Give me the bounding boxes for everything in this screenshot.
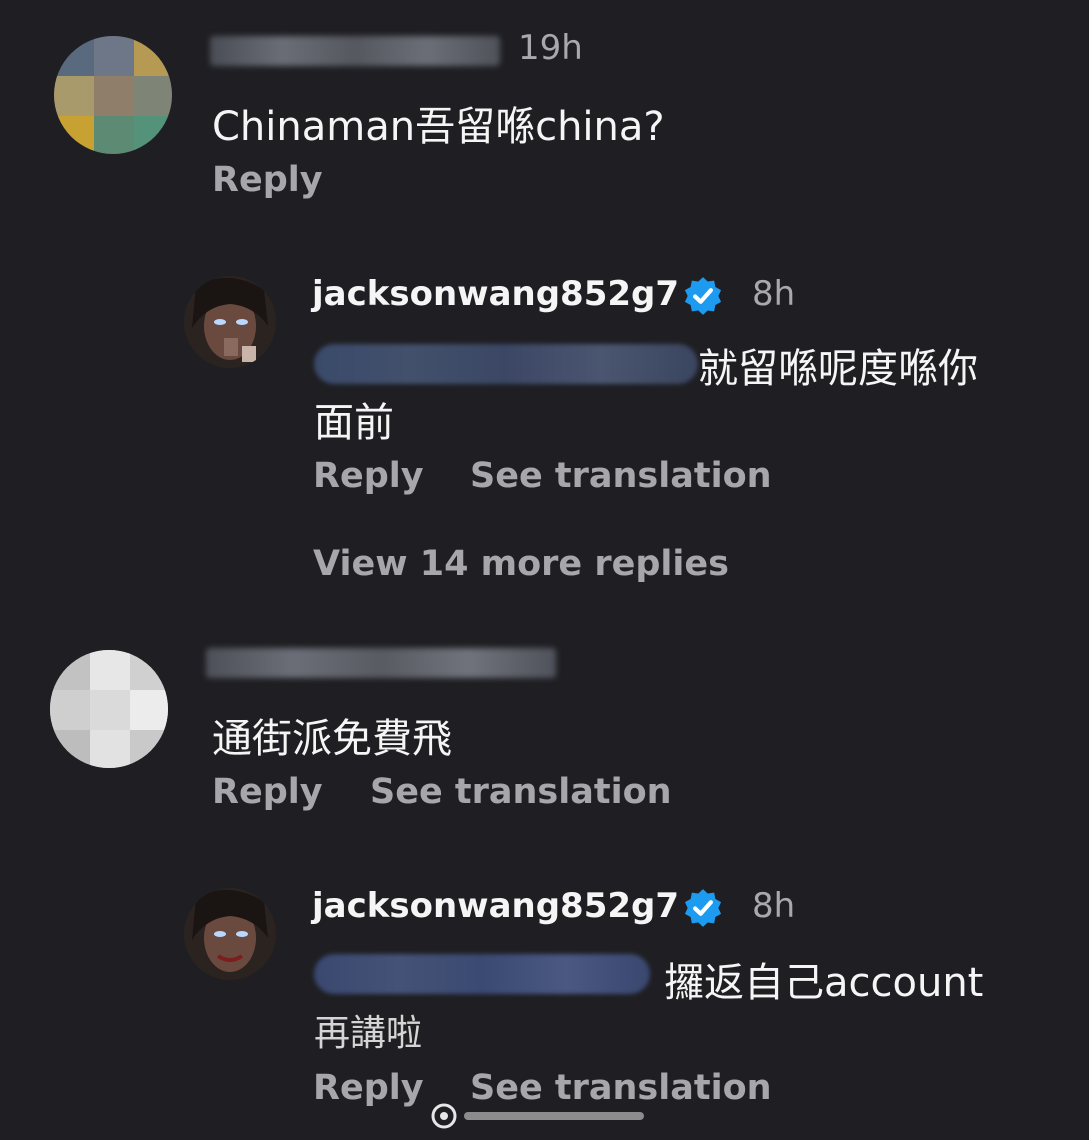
- comment-text-line-1: 就留喺呢度喺你: [698, 346, 978, 392]
- profile-photo-icon: [184, 276, 276, 368]
- avatar-blurred-2[interactable]: [50, 650, 168, 768]
- avatar-jacksonwang[interactable]: [184, 276, 276, 368]
- verified-badge-icon: [684, 277, 722, 315]
- comment-text: Chinaman吾留喺china?: [212, 104, 665, 150]
- reply-button[interactable]: Reply: [212, 772, 323, 812]
- blurred-mention[interactable]: [314, 344, 698, 384]
- username[interactable]: jacksonwang852g7: [312, 886, 679, 926]
- comment-time: 8h: [752, 274, 796, 314]
- reply-button[interactable]: Reply: [313, 1068, 424, 1108]
- comment-text-line-2: 面前: [314, 400, 394, 446]
- see-translation-button[interactable]: See translation: [370, 772, 672, 812]
- watermark-logo-icon: [431, 1103, 644, 1129]
- blurred-username-2[interactable]: [206, 648, 556, 678]
- avatar-blurred-1[interactable]: [54, 36, 172, 154]
- avatar-jacksonwang[interactable]: [184, 888, 276, 980]
- comment-time: 8h: [752, 886, 796, 926]
- pixelated-avatar-2: [50, 650, 168, 768]
- reply-button[interactable]: Reply: [313, 456, 424, 496]
- pixelated-avatar-1: [54, 36, 172, 154]
- username[interactable]: jacksonwang852g7: [312, 274, 679, 314]
- blurred-username-1[interactable]: [210, 36, 500, 66]
- see-translation-button[interactable]: See translation: [470, 456, 772, 496]
- comment-text-line-1: 攞返自己account: [664, 960, 984, 1006]
- comment-time: 19h: [518, 28, 583, 68]
- view-more-replies-button[interactable]: View 14 more replies: [313, 544, 729, 584]
- verified-badge-icon: [684, 889, 722, 927]
- blurred-mention[interactable]: [314, 954, 650, 994]
- reply-button[interactable]: Reply: [212, 160, 323, 200]
- comment-text-line-2: 再講啦: [314, 1013, 423, 1054]
- comment-text: 通街派免費飛: [212, 716, 452, 762]
- profile-photo-icon: [184, 888, 276, 980]
